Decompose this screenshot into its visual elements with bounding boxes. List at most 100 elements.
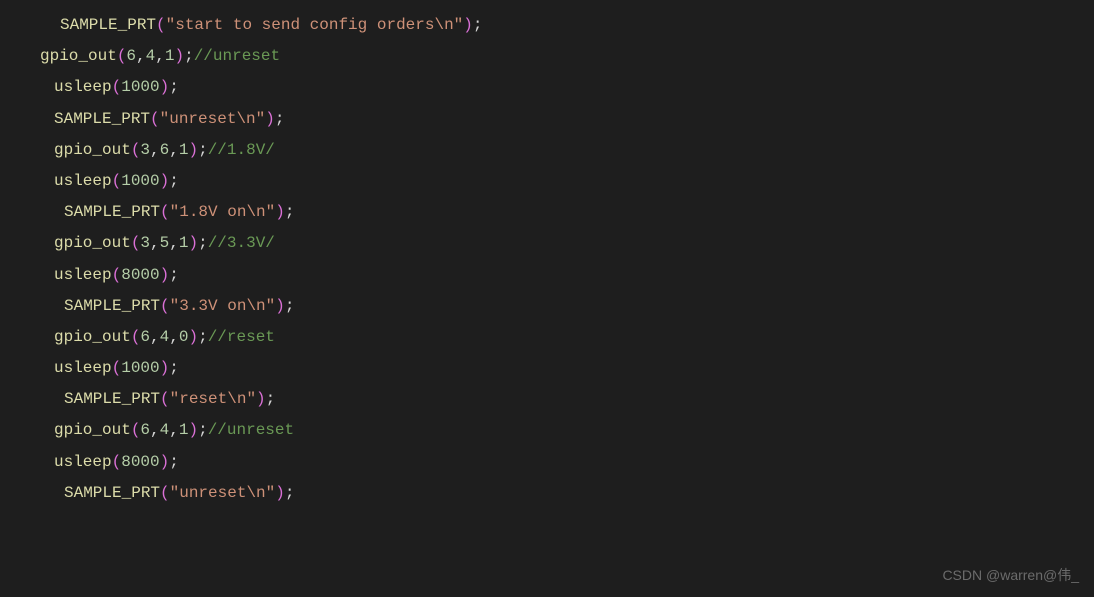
string-literal: "unreset\n"	[160, 110, 266, 128]
number-literal: 4	[146, 47, 156, 65]
function-name: usleep	[54, 78, 112, 96]
code-line: gpio_out(6,4,1);//unreset	[0, 415, 1094, 446]
semicolon: ;	[198, 141, 208, 159]
paren-close: )	[174, 47, 184, 65]
paren-close: )	[160, 359, 170, 377]
paren-close: )	[463, 16, 473, 34]
paren-open: (	[112, 78, 122, 96]
paren-open: (	[156, 16, 166, 34]
function-name: gpio_out	[54, 141, 131, 159]
function-name: usleep	[54, 453, 112, 471]
code-line: usleep(1000);	[0, 72, 1094, 103]
paren-open: (	[112, 359, 122, 377]
function-name: SAMPLE_PRT	[54, 110, 150, 128]
comma: ,	[169, 234, 179, 252]
paren-open: (	[160, 203, 170, 221]
function-name: usleep	[54, 172, 112, 190]
paren-open: (	[131, 328, 141, 346]
code-line: usleep(1000);	[0, 166, 1094, 197]
code-line: gpio_out(6,4,0);//reset	[0, 322, 1094, 353]
string-literal: "1.8V on\n"	[170, 203, 276, 221]
code-line: usleep(8000);	[0, 447, 1094, 478]
function-name: gpio_out	[40, 47, 117, 65]
paren-close: )	[188, 141, 198, 159]
string-literal: "reset\n"	[170, 390, 256, 408]
code-line: SAMPLE_PRT("3.3V on\n");	[0, 291, 1094, 322]
comma: ,	[150, 328, 160, 346]
comment: //1.8V/	[208, 141, 275, 159]
number-literal: 6	[160, 141, 170, 159]
function-name: usleep	[54, 359, 112, 377]
paren-open: (	[150, 110, 160, 128]
number-literal: 6	[140, 328, 150, 346]
paren-close: )	[256, 390, 266, 408]
code-line: SAMPLE_PRT("1.8V on\n");	[0, 197, 1094, 228]
function-name: SAMPLE_PRT	[64, 297, 160, 315]
number-literal: 5	[160, 234, 170, 252]
comma: ,	[169, 141, 179, 159]
function-name: gpio_out	[54, 328, 131, 346]
number-literal: 4	[160, 328, 170, 346]
paren-close: )	[160, 172, 170, 190]
code-line: gpio_out(3,6,1);//1.8V/	[0, 135, 1094, 166]
comma: ,	[169, 421, 179, 439]
paren-close: )	[265, 110, 275, 128]
number-literal: 1000	[121, 359, 159, 377]
function-name: usleep	[54, 266, 112, 284]
number-literal: 8000	[121, 453, 159, 471]
paren-open: (	[117, 47, 127, 65]
comma: ,	[150, 421, 160, 439]
code-line: SAMPLE_PRT("unreset\n");	[0, 478, 1094, 509]
comma: ,	[136, 47, 146, 65]
semicolon: ;	[473, 16, 483, 34]
watermark: CSDN @warren@伟_	[942, 562, 1079, 589]
paren-open: (	[160, 390, 170, 408]
paren-open: (	[112, 172, 122, 190]
paren-close: )	[275, 203, 285, 221]
comma: ,	[155, 47, 165, 65]
semicolon: ;	[169, 78, 179, 96]
function-name: SAMPLE_PRT	[64, 203, 160, 221]
code-editor[interactable]: SAMPLE_PRT("start to send config orders\…	[0, 10, 1094, 509]
comment: //reset	[208, 328, 275, 346]
code-line: usleep(8000);	[0, 260, 1094, 291]
comma: ,	[150, 141, 160, 159]
paren-close: )	[275, 297, 285, 315]
function-name: SAMPLE_PRT	[64, 390, 160, 408]
paren-open: (	[160, 297, 170, 315]
semicolon: ;	[198, 234, 208, 252]
paren-close: )	[188, 234, 198, 252]
string-literal: "unreset\n"	[170, 484, 276, 502]
paren-close: )	[188, 421, 198, 439]
semicolon: ;	[169, 266, 179, 284]
paren-close: )	[188, 328, 198, 346]
semicolon: ;	[169, 359, 179, 377]
paren-close: )	[160, 78, 170, 96]
code-line: usleep(1000);	[0, 353, 1094, 384]
paren-open: (	[131, 141, 141, 159]
comment: //unreset	[194, 47, 280, 65]
comment: //3.3V/	[208, 234, 275, 252]
number-literal: 1000	[121, 172, 159, 190]
function-name: gpio_out	[54, 421, 131, 439]
paren-open: (	[112, 266, 122, 284]
comma: ,	[150, 234, 160, 252]
semicolon: ;	[285, 203, 295, 221]
semicolon: ;	[198, 328, 208, 346]
semicolon: ;	[169, 453, 179, 471]
semicolon: ;	[266, 390, 276, 408]
paren-close: )	[160, 266, 170, 284]
semicolon: ;	[285, 297, 295, 315]
code-line: gpio_out(3,5,1);//3.3V/	[0, 228, 1094, 259]
string-literal: "start to send config orders\n"	[166, 16, 464, 34]
semicolon: ;	[169, 172, 179, 190]
number-literal: 6	[140, 421, 150, 439]
paren-close: )	[275, 484, 285, 502]
semicolon: ;	[184, 47, 194, 65]
paren-close: )	[160, 453, 170, 471]
function-name: SAMPLE_PRT	[60, 16, 156, 34]
code-line: SAMPLE_PRT("start to send config orders\…	[0, 10, 1094, 41]
code-line: SAMPLE_PRT("reset\n");	[0, 384, 1094, 415]
paren-open: (	[160, 484, 170, 502]
number-literal: 8000	[121, 266, 159, 284]
